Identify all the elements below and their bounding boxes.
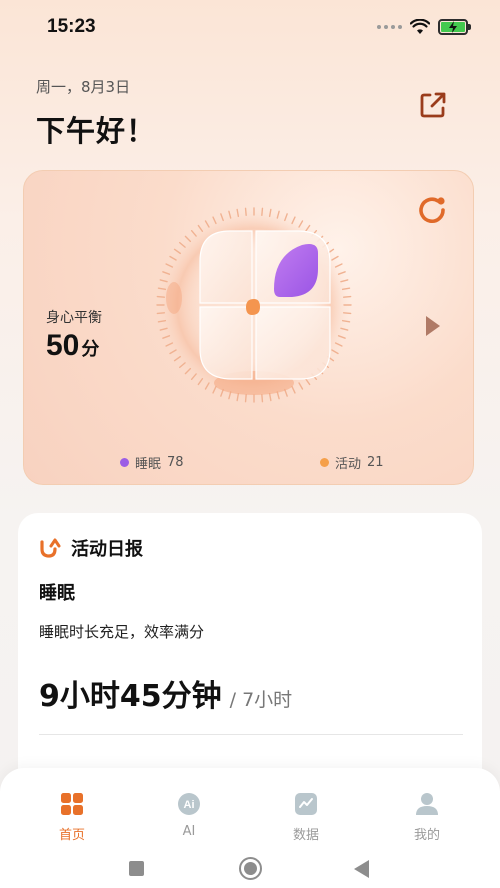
recent-apps-icon[interactable] bbox=[129, 861, 144, 876]
ring-tick bbox=[261, 207, 264, 217]
report-description: 睡眠时长充足，效率满分 bbox=[39, 623, 205, 641]
home-grid-icon bbox=[61, 793, 83, 815]
date-label: 周一，8月3日 bbox=[36, 78, 131, 96]
nav-item-data[interactable]: 数据 bbox=[266, 792, 346, 843]
nav-label-home: 首页 bbox=[58, 828, 85, 843]
balance-card[interactable]: 身心平衡 50 分 睡眠 78 活动 21 bbox=[23, 170, 474, 485]
ai-icon: Ai bbox=[178, 793, 200, 815]
status-time: 15:23 bbox=[47, 16, 96, 37]
status-bar: 15:23 bbox=[0, 0, 500, 56]
status-icons bbox=[377, 19, 471, 35]
report-title: 活动日报 bbox=[71, 539, 143, 560]
share-button[interactable] bbox=[418, 90, 448, 120]
ring-tick bbox=[244, 393, 247, 403]
ring-tick bbox=[342, 312, 352, 315]
ring-tick bbox=[342, 295, 352, 298]
nav-item-ai[interactable]: Ai AI bbox=[149, 792, 229, 839]
system-nav-bar bbox=[0, 855, 500, 883]
balance-score: 50 分 bbox=[46, 329, 99, 363]
balance-ring-visual bbox=[156, 207, 352, 403]
play-arrow-icon bbox=[426, 316, 440, 336]
greeting-title: 下午好！ bbox=[36, 114, 157, 148]
balance-visual bbox=[152, 203, 356, 407]
refresh-icon bbox=[419, 197, 445, 223]
balance-label: 身心平衡 bbox=[46, 310, 102, 326]
next-button[interactable] bbox=[424, 314, 442, 338]
legend-sleep: 睡眠 78 bbox=[120, 453, 184, 472]
report-divider bbox=[39, 734, 463, 735]
home-button-icon[interactable] bbox=[239, 857, 262, 880]
legend-sleep-label: 睡眠 bbox=[135, 457, 162, 472]
ring-tick bbox=[261, 393, 264, 403]
nav-item-home[interactable]: 首页 bbox=[32, 792, 112, 843]
sleep-duration-value: 9小时45分钟 bbox=[39, 679, 222, 714]
nav-label-ai: AI bbox=[182, 824, 196, 839]
activity-report-icon bbox=[40, 538, 61, 558]
activity-report-card[interactable]: 活动日报 睡眠 睡眠时长充足，效率满分 9小时45分钟 / 7小时 bbox=[18, 513, 482, 803]
battery-charging-icon bbox=[438, 19, 471, 35]
legend-activity-value: 21 bbox=[367, 455, 384, 470]
wifi-icon bbox=[410, 19, 430, 34]
data-chart-icon bbox=[295, 793, 317, 815]
ring-tick bbox=[156, 312, 166, 315]
ring-tick bbox=[156, 295, 166, 298]
refresh-button[interactable] bbox=[416, 193, 448, 225]
back-icon[interactable] bbox=[354, 860, 369, 878]
report-section-title: 睡眠 bbox=[39, 583, 75, 604]
nav-item-profile[interactable]: 我的 bbox=[387, 792, 467, 843]
signal-dots bbox=[377, 25, 402, 29]
report-header: 活动日报 bbox=[39, 535, 143, 561]
legend-activity: 活动 21 bbox=[320, 453, 384, 472]
ring-tick bbox=[244, 207, 247, 217]
share-icon bbox=[420, 92, 446, 118]
nav-label-profile: 我的 bbox=[413, 828, 440, 843]
report-value: 9小时45分钟 / 7小时 bbox=[39, 671, 292, 715]
legend-activity-label: 活动 bbox=[335, 457, 362, 472]
legend-activity-dot bbox=[320, 458, 329, 467]
svg-text:Ai: Ai bbox=[184, 799, 195, 811]
balance-score-unit: 分 bbox=[81, 339, 100, 360]
profile-icon bbox=[416, 793, 438, 815]
nav-label-data: 数据 bbox=[292, 828, 319, 843]
legend-sleep-value: 78 bbox=[167, 455, 184, 470]
legend-sleep-dot bbox=[120, 458, 129, 467]
sleep-target-value: / 7小时 bbox=[229, 689, 293, 711]
balance-score-value: 50 bbox=[46, 329, 80, 362]
